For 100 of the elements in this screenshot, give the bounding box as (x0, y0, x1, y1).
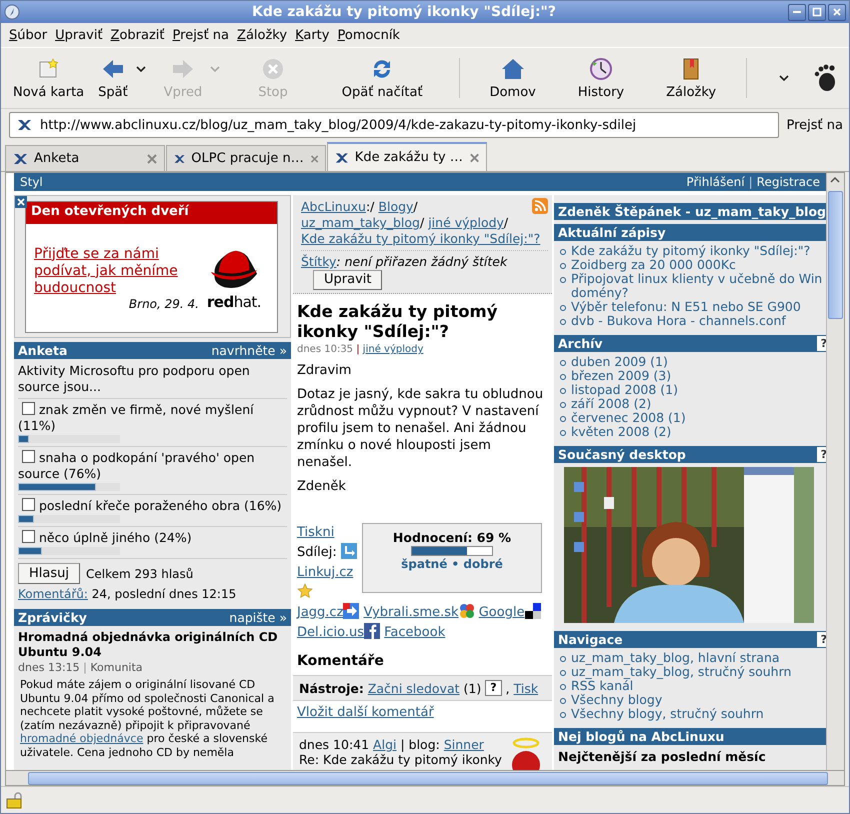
breadcrumb-link[interactable]: Kde zakážu ty pitomý ikonky "Sdílej:"? (301, 231, 540, 246)
sidebar-link[interactable]: červenec 2008 (1) (571, 411, 686, 425)
suggest-link[interactable]: navrhněte » (211, 343, 287, 358)
vertical-scrollbar[interactable] (826, 173, 844, 770)
toolbar-button[interactable]: Nová karta (7, 54, 90, 102)
vote-good-link[interactable]: dobré (463, 557, 503, 571)
minimize-icon (793, 11, 801, 13)
dropdown-icon[interactable] (136, 66, 146, 72)
share-link[interactable]: Facebook (384, 625, 446, 640)
close-button[interactable] (828, 4, 846, 20)
breadcrumb-link[interactable]: AbcLinuxu (301, 199, 366, 214)
print-link[interactable]: Tiskni (297, 525, 334, 540)
horizontal-scrollbar[interactable] (5, 770, 845, 786)
breadcrumb-link[interactable]: jiné výplody (428, 215, 504, 230)
menu-item[interactable]: Súbor (5, 28, 52, 42)
close-icon[interactable] (146, 152, 158, 164)
poll-option[interactable]: poslední křeče poraženého obra (16%) (18, 498, 287, 514)
menu-item[interactable]: Zobraziť (106, 28, 169, 42)
menu-item[interactable]: Pomocník (333, 28, 404, 42)
maximize-button[interactable] (808, 4, 826, 20)
share-link[interactable]: Google (478, 605, 525, 620)
breadcrumb-separator: / (420, 215, 424, 230)
menu-item[interactable]: Karty (291, 28, 334, 42)
minimize-button[interactable] (788, 4, 806, 20)
sidebar-link[interactable]: dvb - Bukova Hora - channels.conf (571, 314, 786, 328)
ad-link[interactable]: Přijďte se za námi podívat, jak měníme budoucnost (34, 246, 199, 296)
close-icon[interactable] (310, 152, 319, 164)
author-link[interactable]: Algi (373, 737, 396, 752)
breadcrumb-link[interactable]: Blogy (378, 199, 414, 214)
google-icon (458, 603, 475, 619)
footprint-icon[interactable] (813, 64, 837, 92)
sidebar-link[interactable]: Všechny blogy (571, 693, 662, 707)
help-button[interactable]: ? (816, 336, 826, 351)
print-link[interactable]: Tisk (514, 680, 538, 696)
go-button[interactable]: Prejsť na (784, 118, 845, 132)
sidebar-link[interactable]: duben 2009 (1) (571, 355, 668, 369)
sidebar-link[interactable]: Výběr telefonu: N E51 nebo SE G900 (571, 300, 801, 314)
help-button[interactable]: ? (816, 632, 826, 647)
sidebar-link[interactable]: uz_mam_taky_blog, stručný souhrn (571, 665, 792, 679)
scroll-thumb[interactable] (28, 772, 828, 785)
section-title: Anketa (18, 343, 68, 358)
menu-item[interactable]: Prejsť na (168, 28, 234, 42)
sidebar-link[interactable]: září 2008 (2) (571, 397, 652, 411)
chevron-icon[interactable] (779, 75, 789, 81)
poll-option[interactable]: snaha o podkopání 'pravého' open source (76%) (18, 450, 287, 482)
comments-link[interactable]: Komentářů: (18, 587, 88, 601)
share-link[interactable]: Jagg.cz (297, 605, 344, 620)
account-link[interactable]: Registrace (756, 175, 820, 189)
logo-text: redhat. (206, 293, 262, 311)
toolbar-button[interactable]: Späť (92, 54, 134, 102)
toolbar-button[interactable]: Domov (484, 54, 542, 102)
sidebar-link[interactable]: listopad 2008 (1) (571, 383, 678, 397)
news-headline[interactable]: Hromadná objednávka originálních CD Ubuntu 9.04 (18, 630, 287, 660)
write-link[interactable]: napište » (229, 610, 287, 625)
sidebar-link[interactable]: Všechny blogy, stručný souhrn (571, 707, 764, 721)
menu-item[interactable]: Záložky (233, 28, 292, 42)
checkbox[interactable] (22, 402, 35, 415)
account-link[interactable]: Přihlášení (686, 175, 745, 189)
order-link[interactable]: hromadné objednávce (20, 732, 144, 745)
breadcrumb-link[interactable]: uz_mam_taky_blog (301, 215, 420, 230)
breadcrumb-separator: :/ (366, 199, 374, 214)
checkbox[interactable] (22, 530, 35, 543)
help-button[interactable]: ? (816, 447, 826, 462)
add-comment-link[interactable]: Vložit další komentář (297, 705, 434, 720)
share-link[interactable]: Linkuj.cz (297, 565, 354, 580)
close-icon[interactable] (15, 196, 27, 208)
tab[interactable]: Anketa (5, 145, 165, 171)
vote-bad-link[interactable]: špatné (401, 557, 448, 571)
scroll-thumb[interactable] (828, 191, 843, 319)
sidebar-link[interactable]: březen 2009 (3) (571, 369, 672, 383)
close-icon[interactable] (468, 152, 480, 164)
edit-button[interactable]: Upravit (313, 270, 382, 290)
sidebar-link[interactable]: květen 2008 (2) (571, 425, 672, 439)
menu-item[interactable]: Upraviť (51, 28, 107, 42)
share-link[interactable]: Del.icio.us (297, 625, 364, 640)
tab[interactable]: OLPC pracuje n… (166, 145, 326, 171)
blog-link[interactable]: Sinner (444, 737, 484, 752)
sidebar-link[interactable]: Zoidberg za 20 000 000Kc (571, 258, 736, 272)
help-button[interactable]: ? (485, 680, 502, 696)
sidebar-link[interactable]: Připojovat linux klienty v učebně do Win domény? (571, 272, 826, 300)
article-paragraph: Zdravim (297, 362, 352, 379)
app-icon[interactable] (4, 4, 20, 20)
checkbox[interactable] (22, 498, 35, 511)
vote-button[interactable]: Hlasuj (18, 563, 80, 584)
tags-link[interactable]: Štítky (301, 254, 336, 269)
poll-option[interactable]: znak změn ve firmě, nové myšlení (11%) (18, 402, 287, 434)
category-link[interactable]: jiné výplody (362, 344, 424, 355)
poll-option[interactable]: něco úplně jiného (24%) (18, 530, 287, 546)
style-link[interactable]: Styl (20, 175, 43, 189)
follow-link[interactable]: Začni sledovat (368, 680, 460, 696)
address-field[interactable]: http://www.abclinuxu.cz/blog/uz_mam_taky_blog/2009/4/kde-zakazu-ty-pitomy-ikonky-sdilej (9, 112, 778, 138)
checkbox[interactable] (22, 450, 35, 463)
toolbar-button[interactable]: Záložky (660, 54, 722, 102)
sidebar-link[interactable]: Kde zakážu ty pitomý ikonky "Sdílej:"? (571, 244, 810, 258)
tab[interactable]: Kde zakážu ty … (327, 142, 487, 171)
toolbar-button[interactable]: History (572, 54, 630, 102)
share-link[interactable]: Vybrali.sme.sk (364, 605, 459, 620)
sidebar-link[interactable]: uz_mam_taky_blog, hlavní strana (571, 651, 780, 665)
sidebar-link[interactable]: RSS kanál (571, 679, 634, 693)
toolbar-button[interactable]: Opäť načítať (336, 54, 429, 102)
